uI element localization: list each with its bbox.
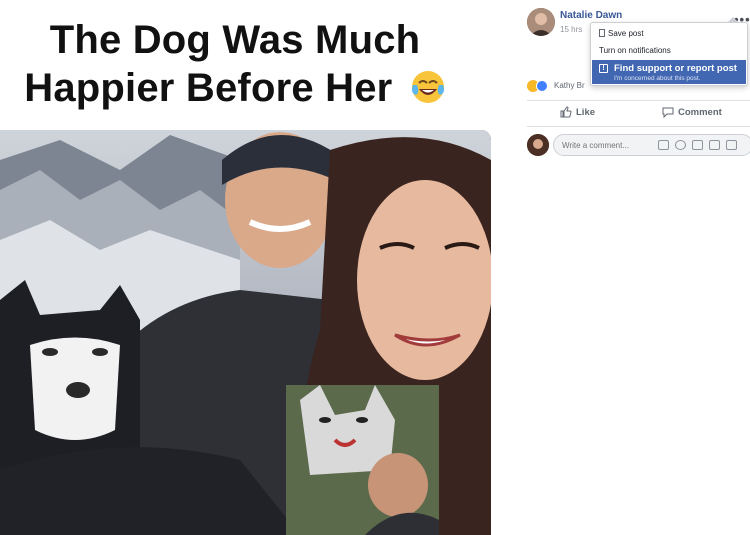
post-photo[interactable] <box>0 130 491 535</box>
laughing-crying-emoji-icon <box>411 71 444 103</box>
bookmark-icon <box>599 29 605 37</box>
like-reaction-icon <box>536 80 548 92</box>
post-options-menu: Save post Turn on notifications ! Find s… <box>590 17 750 86</box>
reaction-names[interactable]: Kathy Br <box>554 81 585 90</box>
comment-tools <box>658 140 750 152</box>
facebook-post-view: The Dog Was Much Happier Before Her Nata… <box>0 0 750 535</box>
post-actions: Like Comment <box>527 104 750 124</box>
flag-icon: ! <box>599 64 608 73</box>
sticker-icon[interactable] <box>726 140 737 150</box>
current-user-avatar <box>527 134 549 156</box>
gif-icon[interactable] <box>709 140 720 150</box>
author-avatar-image <box>527 8 555 36</box>
comment-button[interactable]: Comment <box>662 106 722 119</box>
report-post-menu-item[interactable]: ! Find support or report post I'm concer… <box>592 60 746 84</box>
author-avatar[interactable] <box>527 8 555 36</box>
meme-caption: The Dog Was Much Happier Before Her <box>0 0 500 130</box>
current-user-avatar-image <box>527 134 549 156</box>
divider <box>527 100 750 101</box>
save-post-label: Save post <box>608 29 644 38</box>
meme-caption-line-1: The Dog Was Much <box>49 18 421 62</box>
photo-illustration <box>0 130 491 535</box>
report-post-sublabel: I'm concerned about this post. <box>614 75 701 82</box>
avatar-sticker-icon[interactable] <box>658 140 669 150</box>
comment-bubble-icon <box>662 107 674 119</box>
meme-caption-line-2-text: Happier Before Her <box>24 66 393 110</box>
thumbs-up-icon <box>560 106 572 118</box>
report-post-label: Find support or report post <box>614 63 737 74</box>
save-post-menu-item[interactable]: Save post <box>599 29 750 38</box>
like-button[interactable]: Like <box>560 106 595 118</box>
post-timestamp[interactable]: 15 hrs <box>560 25 582 34</box>
divider <box>527 126 750 127</box>
camera-icon[interactable] <box>692 140 703 150</box>
like-button-label: Like <box>576 107 596 118</box>
author-name-link[interactable]: Natalie Dawn <box>560 10 622 21</box>
comment-button-label: Comment <box>678 107 722 118</box>
emoji-icon[interactable] <box>675 140 686 150</box>
notifications-menu-item[interactable]: Turn on notifications <box>599 46 750 55</box>
comment-composer <box>527 132 750 158</box>
meme-caption-line-2: Happier Before Her <box>0 66 470 111</box>
